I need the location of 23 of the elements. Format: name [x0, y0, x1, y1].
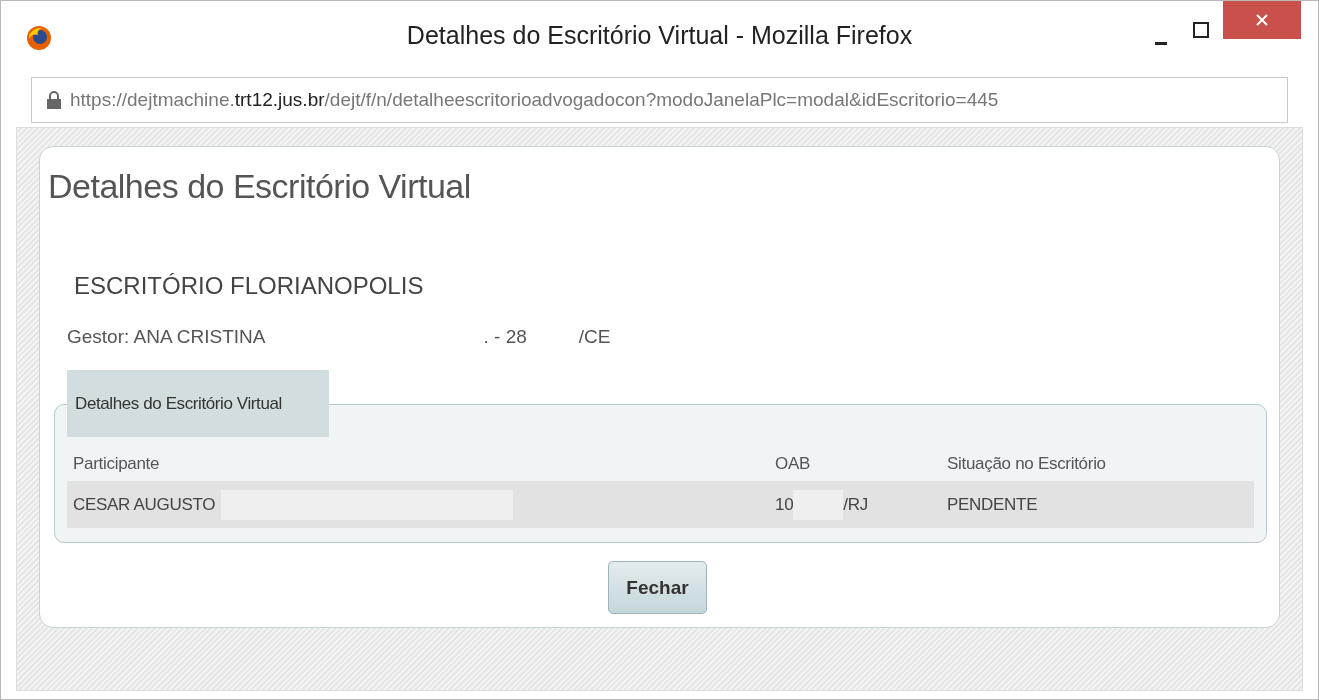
oab-state: /RJ [843, 494, 868, 515]
close-icon [1255, 13, 1269, 27]
maximize-icon [1193, 22, 1209, 38]
manager-label: Gestor: ANA CRISTINA [67, 326, 266, 348]
manager-state: /CE [578, 326, 611, 348]
address-bar[interactable]: https://dejtmachine.trt12.jus.br/dejt/f/n/detalheescritorioadvogadocon?modoJanelaPlc=modal&idEscritorio=445 [31, 77, 1288, 123]
office-name: ESCRITÓRIO FLORIANOPOLIS [74, 272, 424, 300]
status-text: PENDENTE [947, 494, 1038, 515]
column-header: Participante [72, 454, 161, 474]
lock-icon [46, 91, 62, 109]
participant-name: CESAR AUGUSTO [73, 494, 216, 515]
dialog-title: Detalhes do Escritório Virtual [48, 167, 472, 206]
window-title: Detalhes do Escritório Virtual - Mozilla Firefox [406, 20, 913, 50]
column-header: OAB [774, 454, 811, 474]
column-header: Situação no Escritório [946, 454, 1107, 474]
url-text: https://dejtmachine.trt12.jus.br/dejt/f/n/detalheescritorioadvogadocon?modoJanelaPlc=modal&idEscritorio=445 [70, 89, 999, 111]
oab-number: 10 [775, 494, 794, 515]
browser-logo-icon [26, 25, 52, 51]
close-dialog-button[interactable]: Fechar [608, 561, 707, 614]
fieldset-legend: Detalhes do Escritório Virtual [67, 370, 329, 437]
table-row[interactable]: CESAR AUGUSTO 10 /RJ PENDENTE [67, 481, 1254, 528]
manager-number: . - 28 [483, 326, 527, 348]
minimize-icon [1155, 41, 1167, 45]
